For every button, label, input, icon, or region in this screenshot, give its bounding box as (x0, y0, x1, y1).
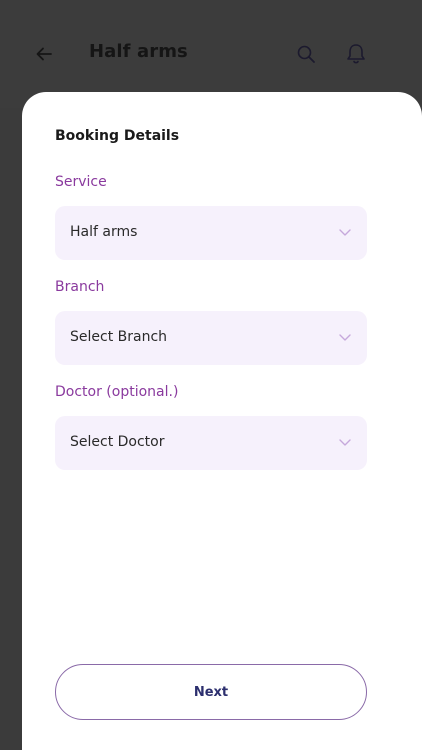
branch-value: Select Branch (70, 329, 168, 345)
booking-sheet: Booking Details Service Half arms Branch… (22, 92, 422, 750)
doctor-value: Select Doctor (70, 434, 165, 450)
back-button[interactable] (30, 40, 58, 68)
chevron-down-icon (339, 229, 351, 236)
back-arrow-icon (36, 47, 52, 61)
next-button[interactable]: Next (55, 664, 367, 720)
branch-select[interactable]: Select Branch (55, 311, 367, 365)
search-icon (297, 45, 315, 63)
chevron-down-icon (339, 334, 351, 341)
service-value: Half arms (70, 224, 138, 240)
next-button-label: Next (193, 684, 229, 700)
service-select[interactable]: Half arms (55, 206, 367, 260)
search-button[interactable] (292, 40, 320, 68)
chevron-down-icon (339, 439, 351, 446)
doctor-select[interactable]: Select Doctor (55, 416, 367, 470)
page-title: Half arms (89, 41, 188, 62)
booking-screen: Half arms Booking Details Service Half a… (0, 0, 422, 750)
doctor-label: Doctor (optional.) (55, 384, 179, 400)
bell-icon (347, 44, 365, 64)
service-label: Service (55, 174, 107, 190)
section-title: Booking Details (55, 128, 180, 144)
branch-label: Branch (55, 279, 105, 295)
notifications-button[interactable] (342, 40, 370, 68)
